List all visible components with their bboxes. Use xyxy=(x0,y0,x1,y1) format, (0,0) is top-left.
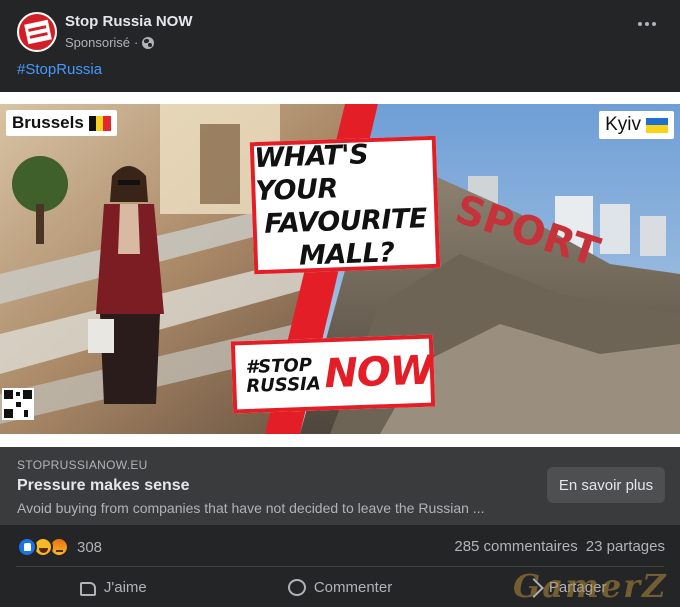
share-button[interactable]: Partager xyxy=(453,568,680,607)
page-name[interactable]: Stop Russia NOW xyxy=(65,13,193,30)
like-label: J'aime xyxy=(103,579,147,596)
brussels-tag: Brussels xyxy=(6,110,117,136)
logo-line-2: RUSSIA xyxy=(246,373,322,398)
engagement-stats: 285 commentaires 23 partages xyxy=(454,538,665,555)
headline-line-2: FAVOURITE xyxy=(263,203,428,240)
comment-icon xyxy=(287,579,306,596)
sponsored-label[interactable]: Sponsorisé xyxy=(65,35,130,50)
share-icon xyxy=(524,577,544,598)
kyiv-tag: Kyiv xyxy=(599,111,674,139)
campaign-logo: #STOP RUSSIA NOW xyxy=(230,334,436,414)
logo-now: NOW xyxy=(323,347,434,398)
post-header: Stop Russia NOW Sponsorisé · xyxy=(0,0,680,58)
headline-line-1: WHAT'S YOUR xyxy=(253,139,369,208)
hashtag-link[interactable]: #StopRussia xyxy=(17,61,102,78)
action-divider xyxy=(16,566,664,567)
ukraine-flag-icon xyxy=(646,117,668,133)
kyiv-label: Kyiv xyxy=(605,114,641,135)
link-domain: STOPRUSSIANOW.EU xyxy=(17,458,148,472)
share-label: Partager xyxy=(548,579,607,596)
meta-separator: · xyxy=(134,35,139,50)
like-button[interactable]: J'aime xyxy=(0,568,227,607)
comments-count[interactable]: 285 commentaires xyxy=(454,538,577,555)
ad-image[interactable]: SPORT Brussels Kyiv WHAT'S YOUR FAVOURIT… xyxy=(0,92,680,447)
brussels-label: Brussels xyxy=(12,113,84,132)
link-description: Avoid buying from companies that have no… xyxy=(17,500,485,516)
belgium-flag-icon xyxy=(88,115,111,131)
sponsored-post: Stop Russia NOW Sponsorisé · #StopRussia xyxy=(0,0,680,607)
qr-code-icon xyxy=(2,388,34,420)
reaction-count[interactable]: 308 xyxy=(77,539,102,556)
headline-line-3: MALL? xyxy=(298,237,395,272)
link-title[interactable]: Pressure makes sense xyxy=(17,477,190,495)
comment-button[interactable]: Commenter xyxy=(227,568,454,607)
shares-count[interactable]: 23 partages xyxy=(586,538,665,555)
learn-more-button[interactable]: En savoir plus xyxy=(547,467,665,503)
reactions-summary[interactable]: 308 xyxy=(17,536,102,558)
thumbs-up-icon xyxy=(79,581,96,596)
action-bar: J'aime Commenter Partager xyxy=(0,568,680,607)
more-options-icon[interactable] xyxy=(638,22,656,26)
like-reaction-icon xyxy=(17,537,37,557)
headline-box: WHAT'S YOUR FAVOURITE MALL? xyxy=(249,135,441,275)
page-avatar[interactable] xyxy=(17,12,57,52)
comment-label: Commenter xyxy=(313,579,393,596)
globe-icon xyxy=(142,36,155,49)
post-meta: Sponsorisé · xyxy=(65,35,155,50)
link-preview[interactable]: STOPRUSSIANOW.EU Pressure makes sense Av… xyxy=(0,447,680,525)
